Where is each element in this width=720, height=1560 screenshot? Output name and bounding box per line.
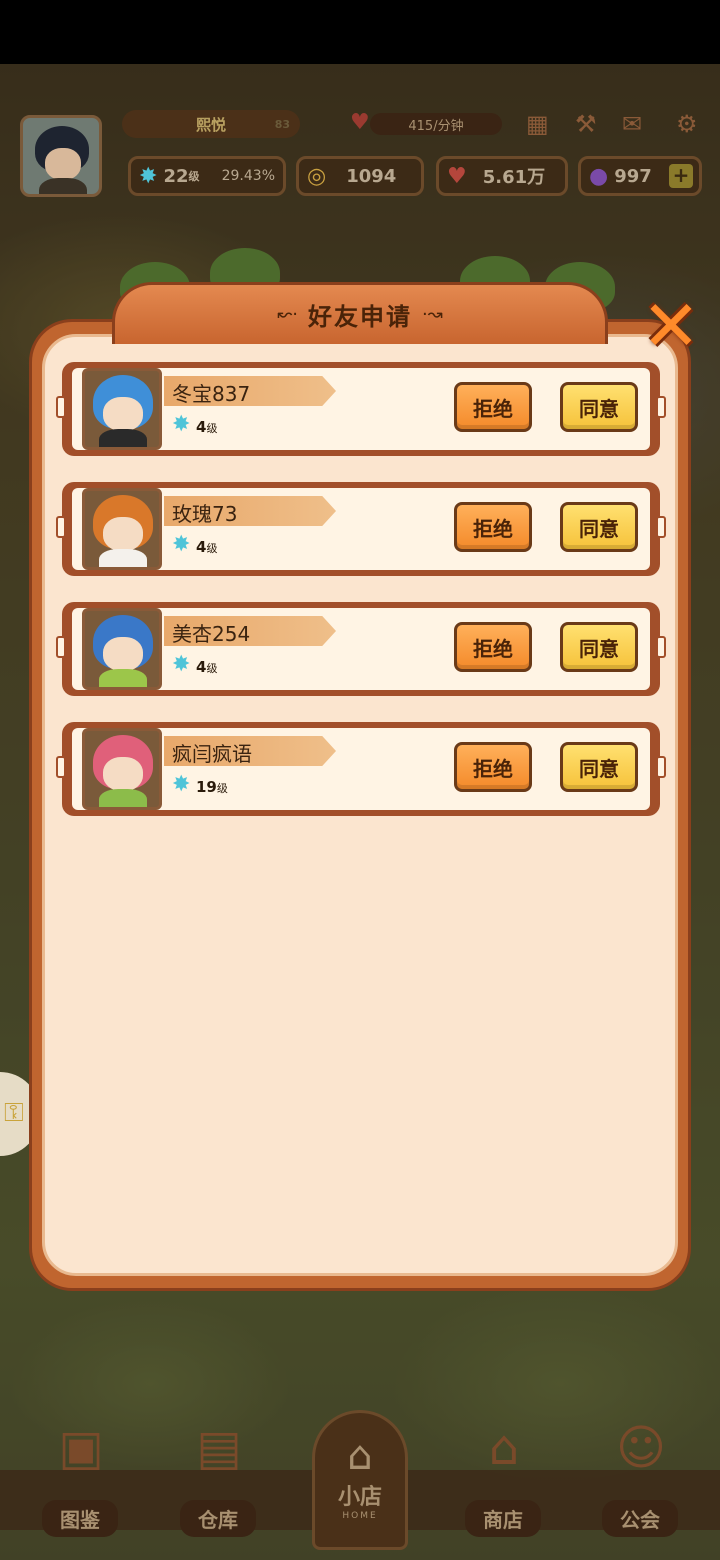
box-icon: ▤ (196, 1420, 242, 1476)
reject-button[interactable]: 拒绝 (454, 382, 532, 432)
requester-avatar[interactable] (82, 728, 162, 810)
requester-avatar[interactable] (82, 608, 162, 690)
status-bar (0, 0, 720, 64)
requester-level: 4级 (196, 658, 218, 676)
gem-icon: ● (589, 163, 609, 189)
level-star-icon: ✸ (172, 772, 191, 797)
dialog-title: 好友申请 (308, 303, 412, 331)
requester-level: 4级 (196, 418, 218, 436)
accept-button[interactable]: 同意 (560, 622, 638, 672)
nav-item-home[interactable]: ⌂ 小店 HOME (312, 1410, 408, 1550)
level-star-icon: ✸ (172, 412, 191, 437)
nav-label: 商店 (465, 1500, 541, 1537)
shop-icon: ⌂ (488, 1420, 520, 1476)
coin-count: 1094 (346, 165, 397, 187)
calendar-icon[interactable]: ▦ (526, 110, 549, 138)
heart-rate: 415/分钟 (370, 113, 502, 135)
level-unit: 级 (188, 170, 200, 183)
heart-box[interactable]: ♥ 5.61万 (436, 156, 568, 196)
request-row: 疯闫疯语 ✸ 19级 拒绝 同意 (56, 722, 666, 816)
player-name-tail: 83 (274, 117, 290, 131)
dialog-title-tab: ↜· 好友申请 ·↝ (112, 282, 608, 344)
title-ornament-right: ·↝ (422, 304, 443, 325)
requester-avatar[interactable] (82, 368, 162, 450)
requester-level: 4级 (196, 538, 218, 556)
heart-rate-icon: ♥ (350, 110, 370, 135)
player-level: 22 (163, 165, 189, 187)
gem-box[interactable]: ● 997 + (578, 156, 702, 196)
heart-icon: ♥ (447, 163, 467, 189)
close-button[interactable]: ✕ (640, 291, 702, 361)
reject-button[interactable]: 拒绝 (454, 742, 532, 792)
nav-item-shop[interactable]: ⌂ 商店 (448, 1420, 558, 1540)
nav-home-label: 小店 (337, 1485, 382, 1510)
gem-count: 997 (614, 165, 652, 187)
bottom-navigation: ▣ 图鉴 ▤ 仓库 ⌂ 小店 HOME ⌂ 商店 ☺ 公会 (0, 1400, 720, 1560)
level-box[interactable]: ✸ 22 级 29.43% (128, 156, 286, 196)
level-progress: 29.43% (221, 168, 275, 184)
nav-label: 公会 (602, 1500, 678, 1537)
requester-name: 冬宝837 (172, 382, 251, 406)
title-ornament-left: ↜· (277, 304, 298, 325)
reject-button[interactable]: 拒绝 (454, 622, 532, 672)
player-name-pill[interactable]: 熙悦 83 (122, 110, 300, 138)
requester-level: 19级 (196, 778, 228, 796)
nav-home-sub: HOME (342, 1511, 378, 1521)
accept-button[interactable]: 同意 (560, 382, 638, 432)
accept-button[interactable]: 同意 (560, 502, 638, 552)
player-name: 熙悦 (195, 115, 226, 134)
level-star-icon: ✸ (172, 532, 191, 557)
broom-icon[interactable]: ⚒ (575, 110, 597, 138)
heart-count: 5.61万 (482, 167, 546, 188)
request-row: 冬宝837 ✸ 4级 拒绝 同意 (56, 362, 666, 456)
coin-box[interactable]: ◎ 1094 (296, 156, 424, 196)
nav-item-collection[interactable]: ▣ 图鉴 (25, 1420, 135, 1540)
requester-name: 疯闫疯语 (172, 742, 252, 766)
hud: 熙悦 83 ♥ 415/分钟 ▦ ⚒ ✉ ⚙ ✸ 22 级 29.43% ◎ 1… (0, 100, 720, 210)
mail-icon[interactable]: ✉ (622, 110, 642, 138)
requester-avatar[interactable] (82, 488, 162, 570)
request-row: 玫瑰73 ✸ 4级 拒绝 同意 (56, 482, 666, 576)
reject-button[interactable]: 拒绝 (454, 502, 532, 552)
player-avatar[interactable] (20, 115, 102, 197)
nav-label: 仓库 (180, 1500, 256, 1537)
nav-label: 图鉴 (42, 1500, 118, 1537)
house-icon: ⌂ (347, 1433, 373, 1479)
accept-button[interactable]: 同意 (560, 742, 638, 792)
coin-icon: ◎ (307, 163, 327, 189)
key-icon: ⚿ (4, 1098, 24, 1128)
requester-name: 美杏254 (172, 622, 251, 646)
nav-item-guild[interactable]: ☺ 公会 (585, 1420, 695, 1540)
level-star-icon: ✸ (139, 163, 158, 189)
guild-icon: ☺ (615, 1420, 667, 1476)
nav-item-warehouse[interactable]: ▤ 仓库 (163, 1420, 273, 1540)
request-row: 美杏254 ✸ 4级 拒绝 同意 (56, 602, 666, 696)
level-star-icon: ✸ (172, 652, 191, 677)
add-gems-button[interactable]: + (669, 164, 693, 188)
book-icon: ▣ (58, 1420, 104, 1476)
settings-gear-icon[interactable]: ⚙ (676, 110, 698, 138)
requester-name: 玫瑰73 (172, 502, 238, 526)
